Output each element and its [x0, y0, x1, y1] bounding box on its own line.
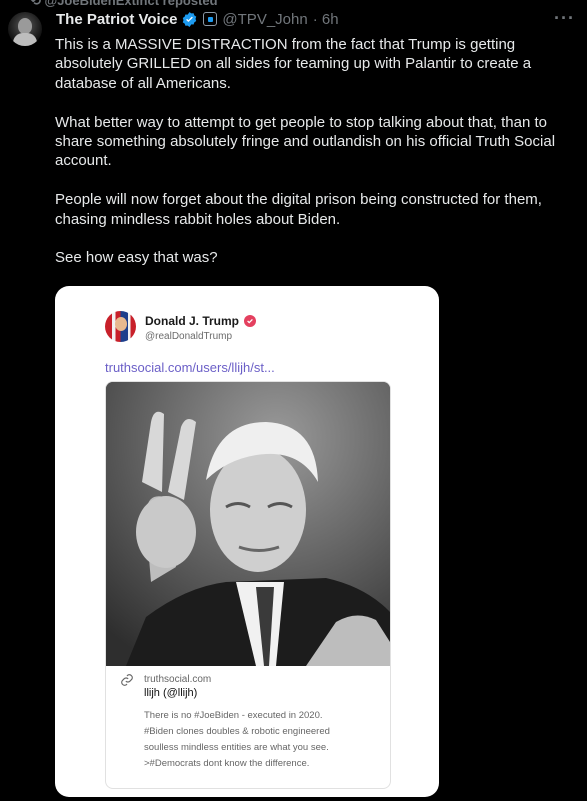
- post-text: This is a MASSIVE DISTRACTION from the f…: [55, 35, 580, 287]
- post-paragraph: This is a MASSIVE DISTRACTION from the f…: [55, 36, 532, 92]
- repost-indicator[interactable]: ⟲ @JoeBidenExtinct reposted: [30, 0, 218, 9]
- post-header: The Patriot Voice @TPV_John · 6h: [56, 9, 339, 29]
- truth-avatar: [105, 311, 136, 342]
- preview-description-line: There is no #JoeBiden - executed in 2020…: [144, 710, 323, 721]
- truth-handle: @realDonaldTrump: [145, 331, 233, 342]
- truth-verified-icon: [244, 315, 257, 327]
- truth-author-name: Donald J. Trump: [145, 314, 240, 328]
- link-icon: [120, 673, 134, 690]
- preview-description-line: #Biden clones doubles & robotic engineer…: [144, 726, 330, 737]
- preview-description: There is no #JoeBiden - executed in 2020…: [144, 708, 384, 772]
- author-avatar[interactable]: [8, 12, 42, 46]
- affiliation-badge-icon[interactable]: [203, 12, 218, 26]
- author-name[interactable]: The Patriot Voice: [56, 11, 177, 28]
- repost-icon: ⟲: [30, 0, 45, 8]
- post-time[interactable]: · 6h: [313, 11, 339, 28]
- post-paragraph: See how easy that was?: [55, 249, 218, 267]
- preview-photo: [106, 382, 390, 666]
- preview-title: llijh (@llijh): [144, 687, 198, 699]
- author-handle[interactable]: @TPV_John: [222, 11, 307, 28]
- truth-author: Donald J. Trump: [145, 314, 257, 328]
- preview-description-line: >#Democrats dont know the difference.: [144, 758, 310, 769]
- preview-description-line: soulless mindless entities are what you …: [144, 742, 329, 753]
- post-paragraph: People will now forget about the digital…: [55, 191, 542, 228]
- more-options-icon[interactable]: ···: [554, 8, 575, 29]
- preview-domain: truthsocial.com: [144, 674, 212, 685]
- truth-link: truthsocial.com/users/llijh/st...: [105, 360, 275, 375]
- link-preview: truthsocial.com llijh (@llijh) There is …: [105, 381, 391, 789]
- verified-badge-icon[interactable]: [181, 11, 198, 28]
- post-paragraph: What better way to attempt to get people…: [55, 113, 556, 170]
- embedded-image[interactable]: Donald J. Trump @realDonaldTrump truthso…: [55, 286, 439, 797]
